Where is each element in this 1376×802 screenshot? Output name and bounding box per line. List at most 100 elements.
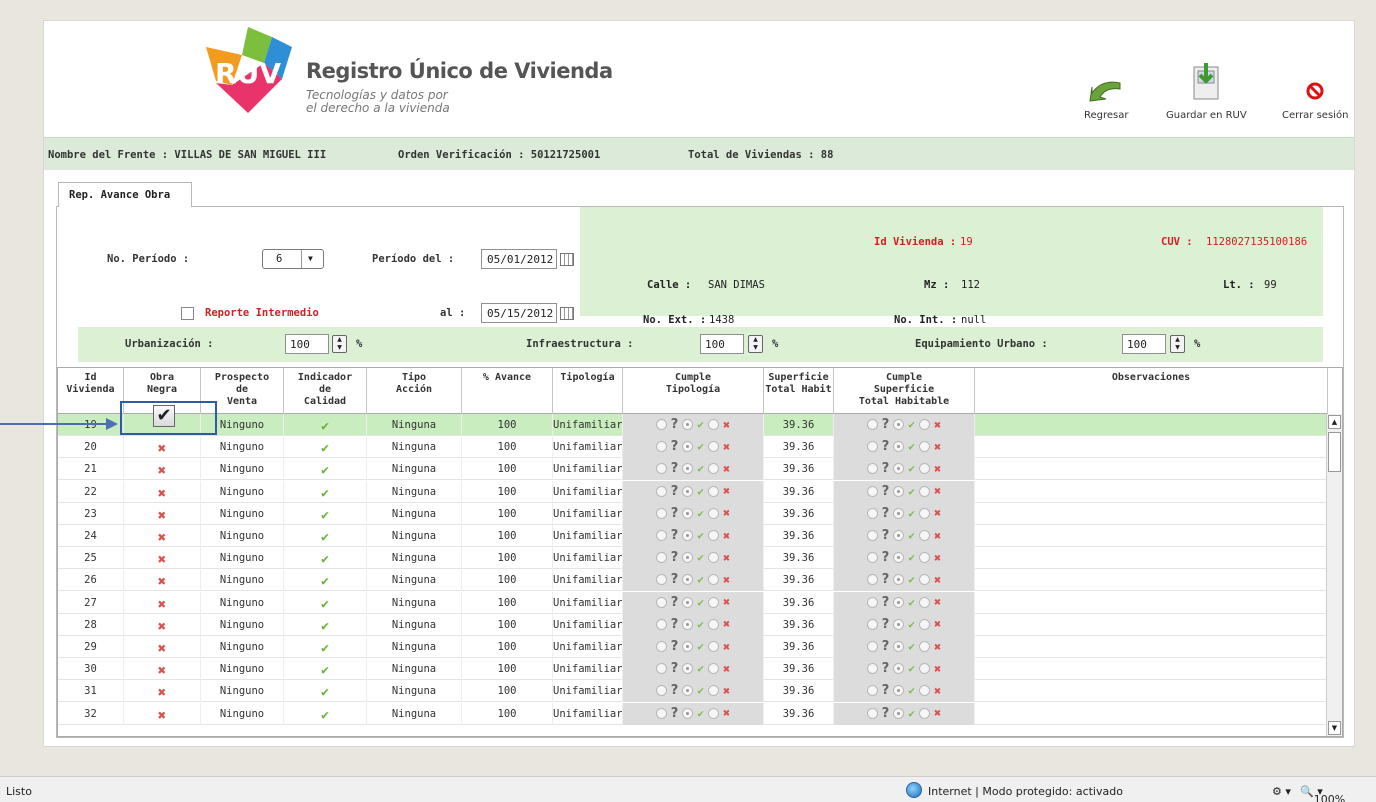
radio-no[interactable] bbox=[707, 507, 719, 519]
cell-obs[interactable] bbox=[975, 613, 1328, 636]
radio-no[interactable] bbox=[918, 463, 930, 475]
radio-unknown[interactable] bbox=[655, 463, 667, 475]
table-row[interactable]: 31 ✖ Ninguno ✔ Ninguna 100 Unifamiliar? ✔ ✖ 39.36… bbox=[58, 680, 1328, 703]
radio-yes[interactable] bbox=[893, 552, 905, 564]
radio-no[interactable] bbox=[918, 485, 930, 497]
radio-yes[interactable] bbox=[682, 419, 694, 430]
cell-obs[interactable] bbox=[975, 525, 1328, 547]
radio-unknown[interactable] bbox=[655, 507, 667, 519]
table-row[interactable]: 27 ✖ Ninguno ✔ Ninguna 100 Unifamiliar? ✔ ✖ 39.36… bbox=[58, 591, 1328, 614]
zoom-level[interactable]: 🔍 100% ▾ bbox=[1300, 785, 1345, 802]
radio-unknown[interactable] bbox=[655, 530, 667, 541]
calendar-icon-al[interactable] bbox=[560, 307, 574, 320]
zone-settings-icon[interactable]: ⚙ ▾ bbox=[1272, 785, 1291, 798]
radio-yes[interactable] bbox=[893, 419, 905, 430]
radio-unknown[interactable] bbox=[866, 530, 878, 541]
radio-yes[interactable] bbox=[893, 485, 905, 497]
table-row[interactable]: 22 ✖ Ninguno ✔ Ninguna 100 Unifamiliar? ✔ ✖ 39.36… bbox=[58, 480, 1328, 503]
table-row[interactable]: 24 ✖ Ninguno ✔ Ninguna 100 Unifamiliar? ✔ ✖ 39.36… bbox=[58, 525, 1328, 547]
urbanizacion-input[interactable]: 100 bbox=[285, 334, 329, 354]
radio-yes[interactable] bbox=[682, 574, 694, 586]
radio-yes[interactable] bbox=[893, 596, 905, 608]
periodo-del-input[interactable]: 05/01/2012 bbox=[481, 249, 557, 269]
radio-unknown[interactable] bbox=[655, 663, 667, 675]
radio-no[interactable] bbox=[918, 441, 930, 453]
cell-obs[interactable] bbox=[975, 680, 1328, 703]
radio-no[interactable] bbox=[707, 463, 719, 475]
radio-unknown[interactable] bbox=[866, 463, 878, 475]
radio-unknown[interactable] bbox=[655, 641, 667, 652]
radio-no[interactable] bbox=[918, 707, 930, 719]
table-row[interactable]: 28 ✖ Ninguno ✔ Ninguna 100 Unifamiliar? ✔ ✖ 39.36… bbox=[58, 613, 1328, 636]
radio-no[interactable] bbox=[918, 419, 930, 430]
table-row[interactable]: 19 Ninguno ✔ Ninguna 100 Unifamiliar? ✔ ✖ 39.36?… bbox=[58, 414, 1328, 436]
vertical-scrollbar[interactable]: ▲ ▼ bbox=[1326, 414, 1342, 736]
cerrar-sesion-button[interactable]: Cerrar sesión bbox=[1282, 75, 1348, 121]
cell-obs[interactable] bbox=[975, 702, 1328, 725]
radio-no[interactable] bbox=[707, 641, 719, 652]
radio-no[interactable] bbox=[707, 618, 719, 630]
radio-yes[interactable] bbox=[682, 641, 694, 652]
radio-yes[interactable] bbox=[682, 618, 694, 630]
infraestructura-spinner[interactable]: ▲ ▼ bbox=[748, 335, 763, 353]
al-input[interactable]: 05/15/2012 bbox=[481, 303, 557, 323]
radio-unknown[interactable] bbox=[866, 663, 878, 675]
radio-no[interactable] bbox=[707, 707, 719, 719]
table-row[interactable]: 26 ✖ Ninguno ✔ Ninguna 100 Unifamiliar? ✔ ✖ 39.36… bbox=[58, 569, 1328, 592]
table-row[interactable]: 20 ✖ Ninguno ✔ Ninguna 100 Unifamiliar? ✔ ✖ 39.36… bbox=[58, 436, 1328, 459]
cell-obs[interactable] bbox=[975, 480, 1328, 503]
table-row[interactable]: 30 ✖ Ninguno ✔ Ninguna 100 Unifamiliar? ✔ ✖ 39.36… bbox=[58, 658, 1328, 681]
radio-unknown[interactable] bbox=[866, 707, 878, 719]
infraestructura-input[interactable]: 100 bbox=[700, 334, 744, 354]
radio-unknown[interactable] bbox=[655, 419, 667, 430]
radio-yes[interactable] bbox=[893, 685, 905, 697]
reporte-intermedio-checkbox[interactable] bbox=[181, 307, 194, 320]
radio-no[interactable] bbox=[918, 574, 930, 586]
radio-no[interactable] bbox=[918, 663, 930, 675]
tab-rep-avance-obra[interactable]: Rep. Avance Obra bbox=[58, 182, 192, 207]
radio-unknown[interactable] bbox=[866, 552, 878, 564]
radio-unknown[interactable] bbox=[866, 507, 878, 519]
radio-unknown[interactable] bbox=[866, 685, 878, 697]
equipamiento-spinner[interactable]: ▲ ▼ bbox=[1170, 335, 1185, 353]
radio-yes[interactable] bbox=[893, 463, 905, 475]
radio-unknown[interactable] bbox=[655, 485, 667, 497]
scroll-thumb[interactable] bbox=[1328, 432, 1341, 472]
radio-no[interactable] bbox=[707, 419, 719, 430]
radio-no[interactable] bbox=[707, 485, 719, 497]
radio-unknown[interactable] bbox=[866, 574, 878, 586]
radio-yes[interactable] bbox=[682, 663, 694, 675]
cell-obs[interactable] bbox=[975, 658, 1328, 681]
radio-yes[interactable] bbox=[682, 485, 694, 497]
radio-yes[interactable] bbox=[682, 530, 694, 541]
table-row[interactable]: 29 ✖ Ninguno ✔ Ninguna 100 Unifamiliar? ✔ ✖ 39.36… bbox=[58, 636, 1328, 658]
radio-no[interactable] bbox=[707, 663, 719, 675]
table-row[interactable]: 21 ✖ Ninguno ✔ Ninguna 100 Unifamiliar? ✔ ✖ 39.36… bbox=[58, 458, 1328, 481]
radio-unknown[interactable] bbox=[866, 485, 878, 497]
radio-no[interactable] bbox=[918, 552, 930, 564]
periodo-select[interactable]: 6 ▼ bbox=[262, 249, 324, 269]
radio-yes[interactable] bbox=[682, 552, 694, 564]
table-row[interactable]: 32 ✖ Ninguno ✔ Ninguna 100 Unifamiliar? ✔ ✖ 39.36… bbox=[58, 702, 1328, 725]
cell-obs[interactable] bbox=[975, 458, 1328, 481]
radio-no[interactable] bbox=[707, 685, 719, 697]
radio-yes[interactable] bbox=[893, 441, 905, 453]
table-row[interactable]: 23 ✖ Ninguno ✔ Ninguna 100 Unifamiliar? ✔ ✖ 39.36… bbox=[58, 502, 1328, 525]
equipamiento-input[interactable]: 100 bbox=[1122, 334, 1166, 354]
radio-yes[interactable] bbox=[893, 574, 905, 586]
urbanizacion-spinner[interactable]: ▲ ▼ bbox=[332, 335, 347, 353]
radio-unknown[interactable] bbox=[655, 618, 667, 630]
scroll-up-icon[interactable]: ▲ bbox=[1328, 415, 1341, 429]
radio-no[interactable] bbox=[918, 596, 930, 608]
cell-obs[interactable] bbox=[975, 636, 1328, 658]
radio-yes[interactable] bbox=[893, 663, 905, 675]
calendar-icon[interactable] bbox=[560, 253, 574, 266]
radio-unknown[interactable] bbox=[866, 419, 878, 430]
radio-yes[interactable] bbox=[893, 618, 905, 630]
radio-yes[interactable] bbox=[682, 441, 694, 453]
radio-unknown[interactable] bbox=[655, 574, 667, 586]
radio-no[interactable] bbox=[707, 552, 719, 564]
radio-no[interactable] bbox=[707, 574, 719, 586]
guardar-button[interactable]: Guardar en RUV bbox=[1166, 61, 1247, 121]
radio-unknown[interactable] bbox=[655, 707, 667, 719]
